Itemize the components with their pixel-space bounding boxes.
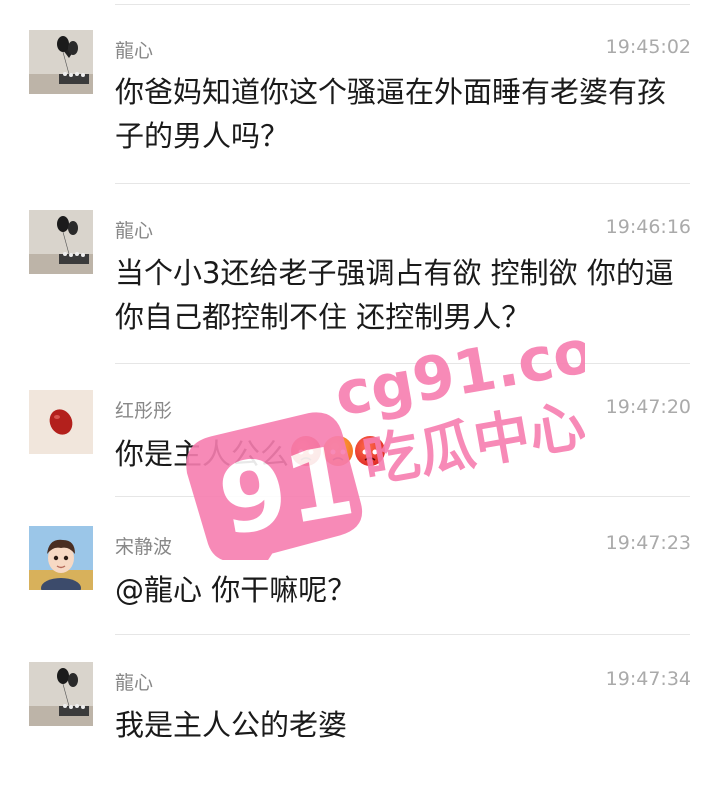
divider bbox=[115, 183, 690, 184]
avatar[interactable] bbox=[29, 390, 93, 454]
message-timestamp: 19:45:02 bbox=[605, 36, 691, 58]
message-timestamp: 19:47:20 bbox=[605, 396, 691, 418]
message-text: @龍心 你干嘛呢？ bbox=[115, 573, 357, 607]
red-bean-avatar-icon bbox=[29, 390, 93, 454]
sender-name: 龍心 bbox=[115, 220, 154, 242]
cartoon-boy-avatar-icon bbox=[29, 526, 93, 590]
avatar[interactable] bbox=[29, 210, 93, 274]
message-text: 当个小3还给老子强调占有欲 控制欲 你的逼你自己都控制不住 还控制男人？ bbox=[115, 256, 674, 334]
message-text-content: 你是主人公么 bbox=[115, 437, 290, 471]
message-timestamp: 19:47:23 bbox=[605, 532, 691, 554]
sender-name: 龍心 bbox=[115, 40, 154, 62]
top-divider bbox=[115, 4, 690, 5]
divider bbox=[115, 363, 690, 364]
balloon-room-avatar-icon bbox=[29, 30, 93, 94]
message-text: 你爸妈知道你这个骚逼在外面睡有老婆有孩子的男人吗？ bbox=[115, 75, 667, 153]
divider bbox=[115, 634, 690, 635]
divider bbox=[115, 496, 690, 497]
angry-face-emoji bbox=[323, 436, 354, 466]
message-timestamp: 19:47:34 bbox=[605, 668, 691, 690]
sender-name: 龍心 bbox=[115, 672, 154, 694]
avatar[interactable] bbox=[29, 30, 93, 94]
balloon-room-avatar-icon bbox=[29, 210, 93, 274]
angry-face-emoji bbox=[291, 436, 322, 466]
sender-name: 宋静波 bbox=[115, 536, 173, 558]
message-timestamp: 19:46:16 bbox=[605, 216, 691, 238]
angry-face-emoji bbox=[355, 436, 386, 466]
message-text: 你是主人公么 bbox=[115, 432, 685, 476]
message-text: 我是主人公的老婆 bbox=[115, 708, 348, 742]
watermark-site: cg91.co bbox=[330, 330, 585, 431]
avatar[interactable] bbox=[29, 526, 93, 590]
sender-name: 红彤彤 bbox=[115, 400, 173, 422]
balloon-room-avatar-icon bbox=[29, 662, 93, 726]
avatar[interactable] bbox=[29, 662, 93, 726]
